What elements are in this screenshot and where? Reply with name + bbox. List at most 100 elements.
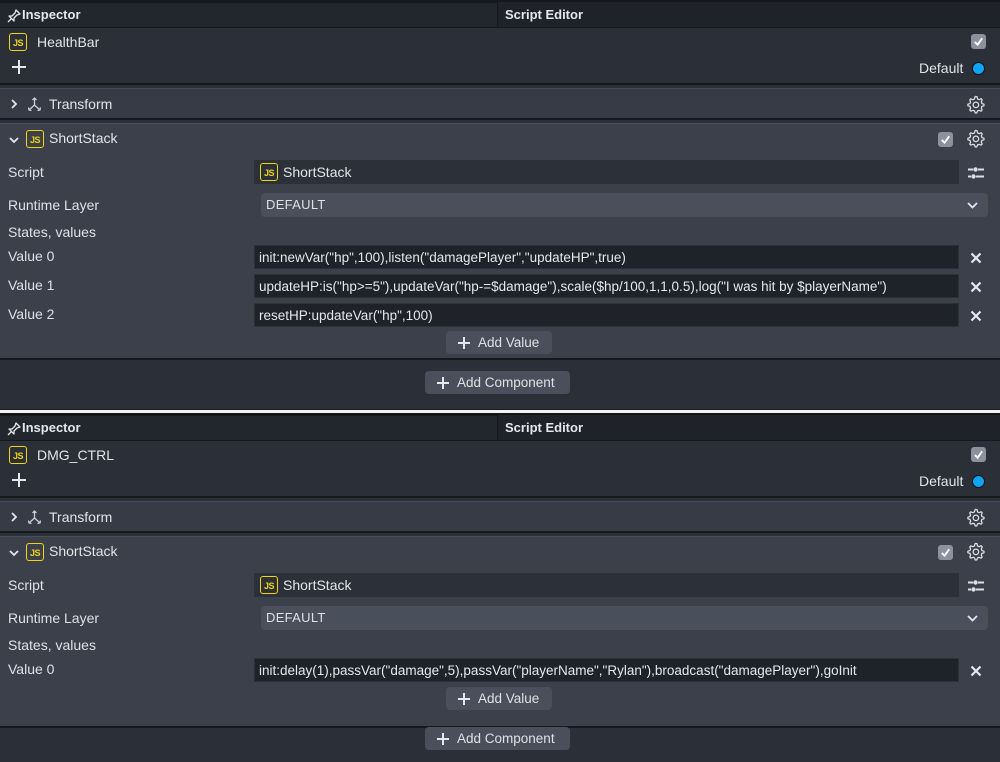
pin-icon[interactable] (6, 8, 22, 24)
gear-icon[interactable] (966, 542, 985, 561)
js-file-icon: JS (26, 543, 44, 561)
add-value-button[interactable]: Add Value (446, 687, 552, 710)
transform-label: Transform (49, 96, 113, 112)
inspector-title: Inspector (22, 7, 81, 22)
gear-icon[interactable] (966, 508, 985, 527)
object-name[interactable]: DMG_CTRL (37, 447, 114, 463)
js-file-icon: JS (260, 163, 278, 181)
script-label: Script (8, 164, 44, 180)
runtime-layer-value: DEFAULT (266, 610, 326, 625)
plus-icon (437, 732, 449, 745)
pin-icon[interactable] (6, 421, 22, 437)
tab-script-editor-label: Script Editor (505, 7, 584, 22)
checkbox-checked-icon (941, 135, 950, 145)
script-label: Script (8, 577, 44, 593)
script-field[interactable]: JS ShortStack (254, 160, 959, 184)
layer-indicator-dot[interactable] (972, 62, 985, 75)
runtime-layer-value: DEFAULT (266, 197, 326, 212)
states-values-label: States, values (8, 224, 96, 240)
add-component-label: Add Component (457, 731, 555, 746)
states-values-label: States, values (8, 637, 96, 653)
component-enabled-checkbox[interactable] (938, 545, 953, 560)
script-value: ShortStack (283, 577, 352, 593)
value-field[interactable] (254, 303, 959, 327)
value-label: Value 2 (8, 306, 55, 322)
js-file-icon: JS (9, 446, 27, 464)
transform-component-header[interactable]: Transform (0, 501, 1000, 533)
sliders-icon[interactable] (967, 579, 985, 593)
add-component-label: Add Component (457, 375, 555, 390)
chevron-down-icon[interactable] (8, 547, 20, 559)
value-label: Value 0 (8, 661, 55, 677)
value-field[interactable] (254, 245, 959, 269)
layer-label: Default (919, 60, 964, 76)
object-row: JS DMG_CTRL Default (0, 441, 1000, 498)
script-value: ShortStack (283, 164, 352, 180)
transform-component-header[interactable]: Transform (0, 88, 1000, 120)
value-input[interactable] (255, 304, 958, 326)
object-row: JS HealthBar Default (0, 28, 1000, 85)
shortstack-component: JS ShortStack Script JS ShortStack Runti… (0, 123, 1000, 360)
layer-label: Default (919, 473, 964, 489)
layer-indicator-dot[interactable] (972, 475, 985, 488)
value-input[interactable] (255, 246, 958, 268)
js-file-icon: JS (260, 576, 278, 594)
transform-axes-icon (27, 97, 42, 112)
plus-icon[interactable] (10, 471, 28, 489)
component-enabled-checkbox[interactable] (938, 132, 953, 147)
value-label: Value 0 (8, 248, 55, 264)
plus-icon (437, 376, 449, 389)
inspector-title: Inspector (22, 420, 81, 435)
shortstack-component: JS ShortStack Script JS ShortStack Runti… (0, 536, 1000, 728)
chevron-right-icon[interactable] (8, 511, 20, 523)
add-value-label: Add Value (478, 691, 540, 706)
add-component-button[interactable]: Add Component (425, 371, 570, 394)
plus-icon[interactable] (10, 58, 28, 76)
inspector-panel-dmg-ctrl: Inspector Script Editor JS DMG_CTRL Defa… (0, 413, 1000, 762)
object-enabled-checkbox[interactable] (971, 447, 986, 462)
js-file-icon: JS (9, 33, 27, 51)
value-label: Value 1 (8, 277, 55, 293)
sliders-icon[interactable] (967, 166, 985, 180)
value-field[interactable] (254, 658, 959, 682)
chevron-down-icon[interactable] (8, 134, 20, 146)
close-icon[interactable] (969, 280, 983, 294)
value-field[interactable] (254, 274, 959, 298)
chevron-right-icon[interactable] (8, 98, 20, 110)
transform-axes-icon (27, 510, 42, 525)
chevron-down-icon (967, 202, 978, 209)
checkbox-checked-icon (974, 450, 983, 460)
runtime-layer-select[interactable]: DEFAULT (261, 193, 988, 217)
value-input[interactable] (255, 275, 958, 297)
runtime-layer-label: Runtime Layer (8, 197, 100, 213)
add-component-button[interactable]: Add Component (425, 727, 570, 750)
gear-icon[interactable] (966, 95, 985, 114)
close-icon[interactable] (969, 251, 983, 265)
close-icon[interactable] (969, 309, 983, 323)
inspector-panel-healthbar: Inspector Script Editor JS HealthBar Def… (0, 0, 1000, 409)
add-value-button[interactable]: Add Value (446, 331, 552, 354)
component-name: ShortStack (49, 130, 118, 146)
tab-script-editor[interactable]: Script Editor (497, 415, 1000, 440)
plus-icon (458, 692, 470, 705)
gear-icon[interactable] (966, 129, 985, 148)
runtime-layer-select[interactable]: DEFAULT (261, 606, 988, 630)
tab-script-editor-label: Script Editor (505, 420, 584, 435)
js-file-icon: JS (26, 130, 44, 148)
close-icon[interactable] (969, 664, 983, 678)
checkbox-checked-icon (974, 37, 983, 47)
plus-icon (458, 336, 470, 349)
inspector-header: Inspector Script Editor (0, 0, 1000, 28)
object-name[interactable]: HealthBar (37, 34, 99, 50)
tab-script-editor[interactable]: Script Editor (497, 2, 1000, 27)
checkbox-checked-icon (941, 548, 950, 558)
script-field[interactable]: JS ShortStack (254, 573, 959, 597)
object-enabled-checkbox[interactable] (971, 34, 986, 49)
runtime-layer-label: Runtime Layer (8, 610, 100, 626)
component-name: ShortStack (49, 543, 118, 559)
chevron-down-icon (967, 615, 978, 622)
value-input[interactable] (255, 659, 958, 681)
transform-label: Transform (49, 509, 113, 525)
add-value-label: Add Value (478, 335, 540, 350)
inspector-header: Inspector Script Editor (0, 413, 1000, 441)
